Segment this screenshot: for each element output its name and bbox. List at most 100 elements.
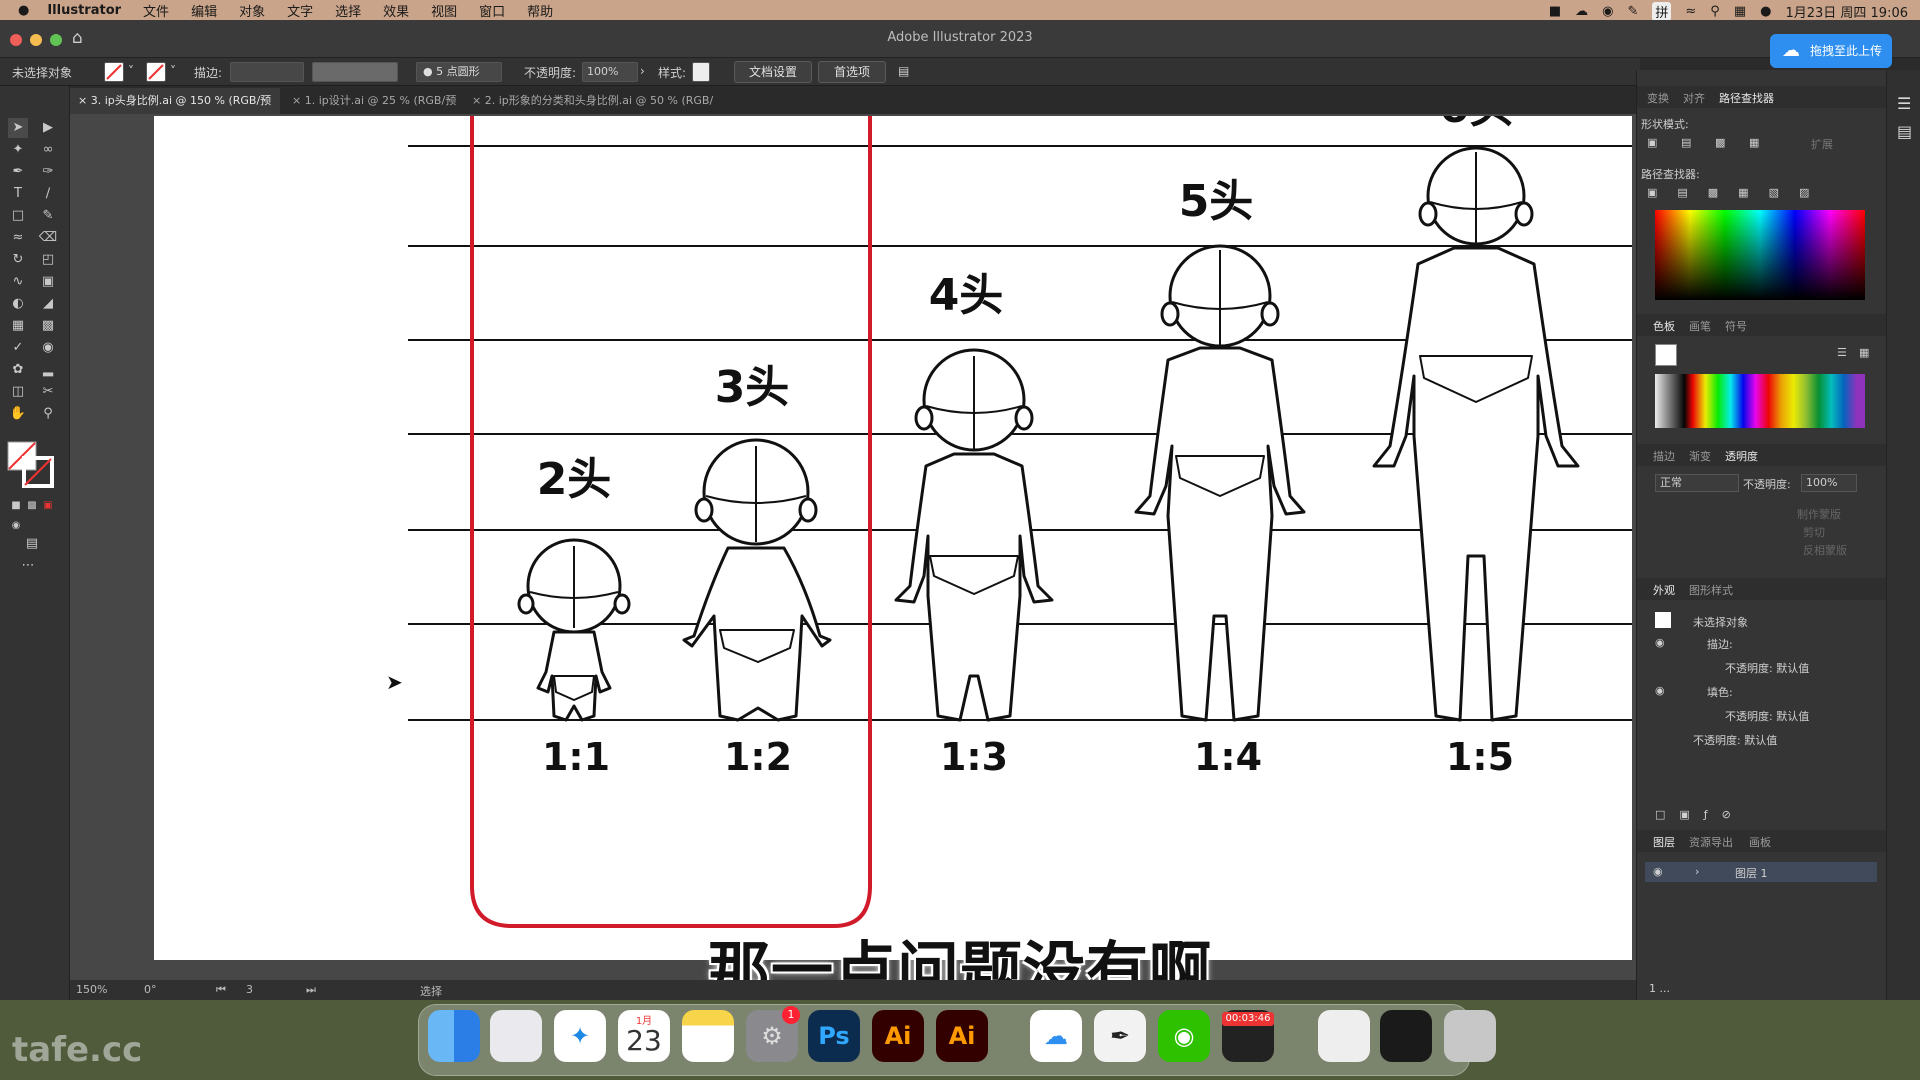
stroke-row-label[interactable]: 描边: bbox=[1707, 636, 1733, 652]
camera-icon[interactable]: ■ bbox=[1549, 4, 1561, 19]
tab-graphic-styles[interactable]: 图形样式 bbox=[1689, 582, 1733, 598]
curvature-tool-icon[interactable]: ✑ bbox=[38, 162, 58, 182]
close-tab-icon[interactable]: × bbox=[78, 94, 91, 107]
grid-view-icon[interactable]: ▦ bbox=[1859, 346, 1869, 359]
rotate-tool-icon[interactable]: ↻ bbox=[8, 250, 28, 270]
variable-width-field[interactable] bbox=[312, 62, 398, 82]
list-view-icon[interactable]: ☰ bbox=[1837, 346, 1847, 359]
chevron-down-icon[interactable]: ˅ bbox=[128, 64, 134, 78]
control-center-icon[interactable]: ▦ bbox=[1734, 4, 1746, 19]
tab-gradient[interactable]: 渐变 bbox=[1689, 448, 1711, 464]
tab-doc-2[interactable]: × 2. ip形象的分类和头身比例.ai @ 50 % (RGB/预览) bbox=[464, 88, 724, 133]
scale-tool-icon[interactable]: ◰ bbox=[38, 250, 58, 270]
slice-tool-icon[interactable]: ✂ bbox=[38, 382, 58, 402]
menubar-clock[interactable]: 1月23日 周四 19:06 bbox=[1785, 2, 1908, 21]
eye-icon[interactable]: ◉ bbox=[1653, 865, 1663, 878]
menu-edit[interactable]: 编辑 bbox=[191, 1, 217, 20]
tab-layers[interactable]: 图层 bbox=[1653, 834, 1675, 850]
libraries-icon[interactable]: ▤ bbox=[1897, 122, 1912, 141]
pencil-tool-icon[interactable]: ✎ bbox=[38, 206, 58, 226]
object-opacity-row[interactable]: 不透明度: 默认值 bbox=[1693, 732, 1777, 748]
eye-icon[interactable]: ◉ bbox=[1655, 684, 1665, 697]
transparency-opacity-field[interactable]: 100% bbox=[1801, 474, 1857, 492]
menu-help[interactable]: 帮助 bbox=[527, 1, 553, 20]
unite-icon[interactable]: ▣ bbox=[1647, 136, 1657, 149]
tab-symbols[interactable]: 符号 bbox=[1725, 318, 1747, 334]
draw-mode-icon[interactable]: ◉ bbox=[6, 516, 26, 536]
gradient-tool-icon[interactable]: ▩ bbox=[38, 316, 58, 336]
wifi-icon[interactable]: ≈ bbox=[1685, 4, 1696, 19]
make-mask-button[interactable]: 制作蒙版 bbox=[1797, 506, 1841, 522]
line-tool-icon[interactable]: ∕ bbox=[38, 184, 58, 204]
tab-artboards[interactable]: 画板 bbox=[1749, 834, 1771, 850]
app-menu[interactable]: Illustrator bbox=[47, 3, 121, 18]
swatch-grid[interactable] bbox=[1655, 374, 1865, 428]
perspective-tool-icon[interactable]: ◢ bbox=[38, 294, 58, 314]
graph-tool-icon[interactable]: ▂ bbox=[38, 360, 58, 380]
zoom-tool-icon[interactable]: ⚲ bbox=[38, 404, 58, 424]
stroke-row-opacity[interactable]: 不透明度: 默认值 bbox=[1725, 660, 1809, 676]
chevron-down-icon[interactable]: ˅ bbox=[170, 64, 176, 78]
terminal-window-icon[interactable] bbox=[1380, 1010, 1432, 1062]
minus-front-icon[interactable]: ▤ bbox=[1681, 136, 1691, 149]
photoshop-icon[interactable]: Ps bbox=[808, 1010, 860, 1062]
warp-tool-icon[interactable]: ∿ bbox=[8, 272, 28, 292]
notes-icon[interactable] bbox=[682, 1010, 734, 1062]
direct-selection-tool-icon[interactable]: ▶ bbox=[38, 118, 58, 138]
eraser-tool-icon[interactable]: ⌫ bbox=[38, 228, 58, 248]
tab-transparency[interactable]: 透明度 bbox=[1725, 448, 1758, 464]
tab-pathfinder[interactable]: 路径查找器 bbox=[1719, 90, 1774, 106]
brush-tool-icon[interactable]: ≈ bbox=[8, 228, 28, 248]
stroke-weight-field[interactable] bbox=[230, 62, 304, 82]
type-tool-icon[interactable]: T bbox=[8, 184, 28, 204]
menu-window[interactable]: 窗口 bbox=[479, 1, 505, 20]
tab-brushes[interactable]: 画笔 bbox=[1689, 318, 1711, 334]
tab-asset-export[interactable]: 资源导出 bbox=[1689, 834, 1733, 850]
expand-layer-icon[interactable]: › bbox=[1695, 865, 1699, 878]
menu-effect[interactable]: 效果 bbox=[383, 1, 409, 20]
document-setup-button[interactable]: 文档设置 bbox=[734, 61, 812, 83]
rotation-value[interactable]: 0° bbox=[144, 983, 157, 996]
cloud-icon[interactable]: ☁ bbox=[1575, 4, 1588, 19]
pen-status-icon[interactable]: ✎ bbox=[1627, 4, 1638, 19]
eyedropper-tool-icon[interactable]: ✓ bbox=[8, 338, 28, 358]
artboard-nav-last-icon[interactable]: ⏭ bbox=[306, 983, 316, 997]
pen-tool-icon[interactable]: ✒ bbox=[8, 162, 28, 182]
free-transform-tool-icon[interactable]: ▣ bbox=[38, 272, 58, 292]
style-swatch[interactable] bbox=[692, 62, 710, 82]
menu-object[interactable]: 对象 bbox=[239, 1, 265, 20]
brush-definition-field[interactable]: ● 5 点圆形 bbox=[416, 62, 502, 82]
eye-icon[interactable]: ◉ bbox=[1655, 636, 1665, 649]
wechat-icon[interactable]: ◉ bbox=[1158, 1010, 1210, 1062]
exclude-icon[interactable]: ▦ bbox=[1749, 136, 1759, 149]
shape-builder-tool-icon[interactable]: ◐ bbox=[8, 294, 28, 314]
ime-indicator[interactable]: 拼 bbox=[1652, 2, 1672, 21]
fill-row-label[interactable]: 填色: bbox=[1707, 684, 1733, 700]
preferences-button[interactable]: 首选项 bbox=[818, 61, 886, 83]
layer-row[interactable]: ◉ › 图层 1 bbox=[1645, 862, 1877, 882]
proportion-chart[interactable]: 2头 3头 4头 5头 6头 1:1 1:2 1:3 1:4 1:5 bbox=[154, 116, 1632, 960]
fill-swatch[interactable] bbox=[104, 62, 124, 82]
appearance-actions-icons[interactable]: □▣ƒ⊘ bbox=[1655, 808, 1745, 821]
none-mode-icon[interactable]: ▣ bbox=[38, 496, 58, 516]
illustrator-icon[interactable]: Ai bbox=[872, 1010, 924, 1062]
opacity-field[interactable]: 100% bbox=[582, 62, 638, 82]
tab-swatches[interactable]: 色板 bbox=[1653, 318, 1675, 334]
tab-doc-1[interactable]: × 1. ip设计.ai @ 25 % (RGB/预览) bbox=[284, 88, 460, 133]
properties-icon[interactable]: ☰ bbox=[1897, 94, 1911, 113]
calendar-icon[interactable]: 1月 23 bbox=[618, 1010, 670, 1062]
finder-icon[interactable] bbox=[428, 1010, 480, 1062]
lasso-tool-icon[interactable]: ∞ bbox=[38, 140, 58, 160]
launchpad-icon[interactable] bbox=[490, 1010, 542, 1062]
arrange-documents-icon[interactable]: ▤ bbox=[898, 64, 909, 78]
menu-view[interactable]: 视图 bbox=[431, 1, 457, 20]
selection-tool-icon[interactable]: ➤ bbox=[8, 118, 28, 138]
invert-mask-checkbox[interactable]: 反相蒙版 bbox=[1803, 542, 1847, 558]
mesh-tool-icon[interactable]: ▦ bbox=[8, 316, 28, 336]
illustrator-2-icon[interactable]: Ai bbox=[936, 1010, 988, 1062]
close-tab-icon[interactable]: × bbox=[472, 94, 485, 107]
zoom-level[interactable]: 150% bbox=[76, 983, 107, 996]
symbol-sprayer-tool-icon[interactable]: ✿ bbox=[8, 360, 28, 380]
clip-checkbox[interactable]: 剪切 bbox=[1803, 524, 1825, 540]
safari-icon[interactable]: ✦ bbox=[554, 1010, 606, 1062]
